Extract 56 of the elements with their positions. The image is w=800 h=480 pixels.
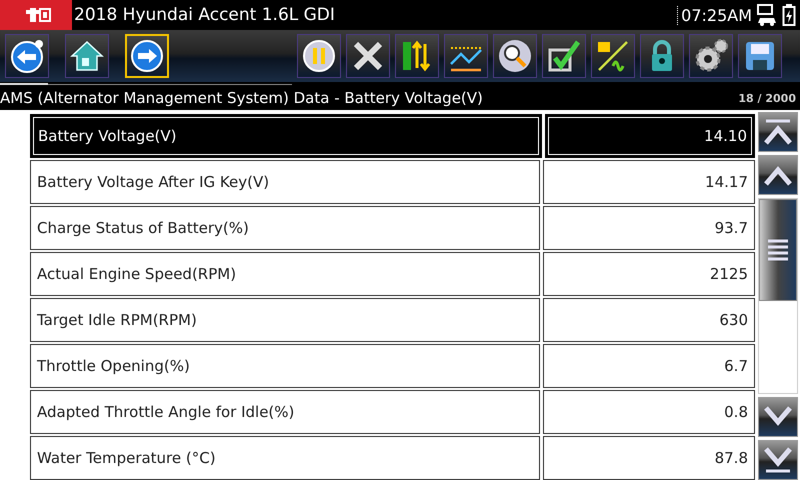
- parameter-name: Adapted Throttle Angle for Idle(%): [30, 390, 540, 434]
- battery-icon: [782, 3, 796, 27]
- settings-icon: [693, 38, 729, 74]
- parameter-name: Water Temperature (°C): [30, 436, 540, 480]
- data-row[interactable]: Actual Engine Speed(RPM) 2125: [30, 252, 755, 296]
- scroll-bottom-button[interactable]: [758, 440, 798, 480]
- parameter-value: 0.8: [543, 390, 755, 434]
- home-button[interactable]: [65, 34, 109, 78]
- clock-time: 07:25AM: [677, 6, 752, 24]
- data-row[interactable]: Battery Voltage After IG Key(V) 14.17: [30, 160, 755, 204]
- data-row[interactable]: Charge Status of Battery(%) 93.7: [30, 206, 755, 250]
- pause-icon: [301, 38, 337, 74]
- parameter-name: Target Idle RPM(RPM): [30, 298, 540, 342]
- scroll-down-button[interactable]: [758, 397, 798, 437]
- parameter-name: Battery Voltage(V): [30, 114, 542, 158]
- save-button[interactable]: [738, 34, 782, 78]
- settings-button[interactable]: [689, 34, 733, 78]
- parameter-value: 6.7: [543, 344, 755, 388]
- vehicle-connection-icon: [756, 3, 778, 27]
- parameter-value: 2125: [543, 252, 755, 296]
- sort-button[interactable]: [395, 34, 439, 78]
- scroll-thumb[interactable]: [759, 199, 797, 301]
- parameter-name: Charge Status of Battery(%): [30, 206, 540, 250]
- data-row[interactable]: Adapted Throttle Angle for Idle(%) 0.8: [30, 390, 755, 434]
- double-up-chevron-icon: [761, 117, 795, 147]
- parameter-name: Battery Voltage After IG Key(V): [30, 160, 540, 204]
- home-icon: [69, 38, 105, 74]
- lock-button[interactable]: [640, 34, 684, 78]
- parameter-value: 93.7: [543, 206, 755, 250]
- parameter-value: 14.17: [543, 160, 755, 204]
- data-row[interactable]: Throttle Opening(%) 6.7: [30, 344, 755, 388]
- scroll-top-button[interactable]: [758, 112, 798, 152]
- graph-button[interactable]: [444, 34, 488, 78]
- zoom-button[interactable]: [493, 34, 537, 78]
- check-button[interactable]: [542, 34, 586, 78]
- scroll-up-button[interactable]: [758, 155, 798, 195]
- units-icon: [595, 38, 631, 74]
- vehicle-title: 2018 Hyundai Accent 1.6L GDI: [74, 5, 336, 25]
- screen-title: AMS (Alternator Management System) Data - Battery Voltage(V): [0, 89, 484, 107]
- data-row[interactable]: Battery Voltage(V) 14.10: [30, 114, 755, 158]
- units-button[interactable]: [591, 34, 635, 78]
- pause-button[interactable]: [297, 34, 341, 78]
- record-counter: 18 / 2000: [738, 92, 796, 104]
- zoom-icon: [497, 38, 533, 74]
- forward-button[interactable]: [125, 34, 169, 78]
- parameter-value: 14.10: [545, 114, 755, 158]
- parameter-name: Actual Engine Speed(RPM): [30, 252, 540, 296]
- data-row[interactable]: Target Idle RPM(RPM) 630: [30, 298, 755, 342]
- parameter-value: 630: [543, 298, 755, 342]
- close-button[interactable]: [346, 34, 390, 78]
- parameter-value: 87.8: [543, 436, 755, 480]
- double-down-chevron-icon: [761, 445, 795, 475]
- data-row[interactable]: Water Temperature (°C) 87.8: [30, 436, 755, 480]
- checkbox-icon: [546, 38, 582, 74]
- parameter-name: Throttle Opening(%): [30, 344, 540, 388]
- back-button[interactable]: [5, 34, 49, 78]
